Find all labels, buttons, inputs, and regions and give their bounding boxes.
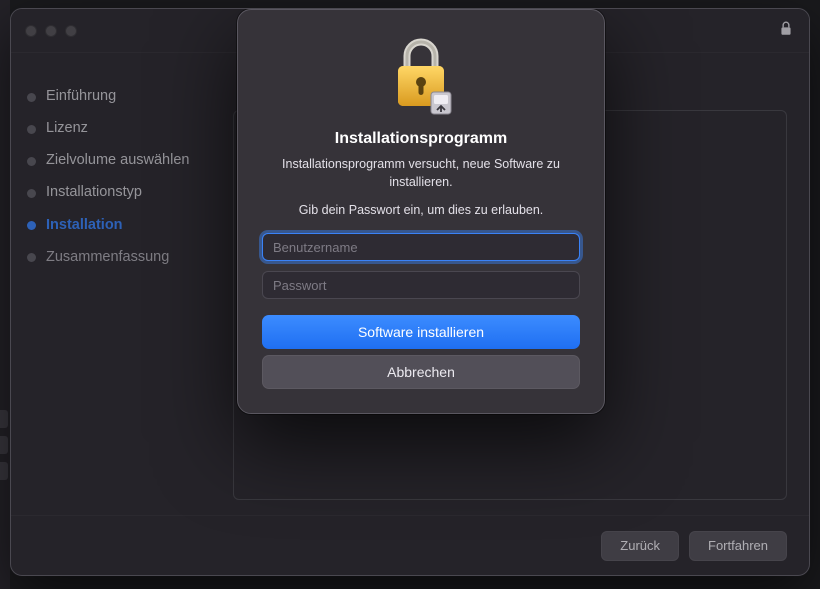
dialog-message: Installationsprogramm versucht, neue Sof…: [262, 156, 580, 191]
auth-dialog: Installationsprogramm Installationsprogr…: [237, 9, 605, 414]
password-field[interactable]: [262, 271, 580, 299]
install-software-button[interactable]: Software installieren: [262, 315, 580, 349]
username-field[interactable]: [262, 233, 580, 261]
dialog-subtext: Gib dein Passwort ein, um dies zu erlaub…: [262, 203, 580, 217]
cancel-button[interactable]: Abbrechen: [262, 355, 580, 389]
installer-window: ren Einführung Lizenz Zielvolume auswähl…: [10, 8, 810, 576]
background-window-edge: [0, 0, 10, 589]
lock-install-icon: [387, 36, 455, 116]
dialog-title: Installationsprogramm: [262, 130, 580, 148]
